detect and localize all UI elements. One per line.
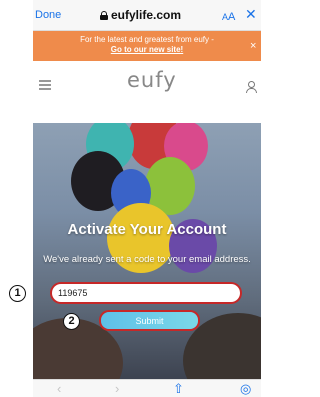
step-1-marker: 1 [9, 285, 26, 302]
text-size-button[interactable]: AA [222, 11, 235, 23]
step-2-marker: 2 [63, 313, 80, 330]
promo-text: For the latest and greatest from eufy - [80, 35, 214, 44]
promo-close-icon[interactable]: × [250, 40, 256, 52]
promo-banner: For the latest and greatest from eufy - … [33, 31, 261, 61]
lock-icon [100, 10, 108, 20]
url-text: eufylife.com [111, 8, 182, 22]
menu-icon[interactable] [39, 80, 51, 90]
hero-section: Activate Your Account We've already sent… [33, 123, 261, 379]
address-bar[interactable]: eufylife.com [100, 8, 181, 22]
compass-icon[interactable]: ◎ [240, 381, 251, 397]
back-icon[interactable]: ‹ [57, 381, 61, 396]
phone-screen: Done eufylife.com AA ✕ For the latest an… [33, 0, 261, 397]
submit-button[interactable]: Submit [101, 312, 198, 329]
activation-code-input[interactable] [52, 284, 240, 302]
site-header: eufy [33, 61, 261, 101]
text-size-large-label: A [228, 11, 236, 23]
left-margin [0, 0, 33, 397]
share-icon[interactable]: ⇧ [173, 381, 184, 397]
browser-bottom-toolbar: ‹ › ⇧ ◎ [33, 379, 261, 397]
eufy-logo[interactable]: eufy [127, 68, 177, 92]
promo-link[interactable]: Go to our new site! [33, 45, 261, 54]
account-icon[interactable] [245, 81, 257, 93]
forward-icon[interactable]: › [115, 381, 119, 396]
close-icon[interactable]: ✕ [245, 6, 257, 23]
browser-top-bar: Done eufylife.com AA ✕ [33, 0, 261, 31]
activate-title: Activate Your Account [67, 221, 227, 238]
done-button[interactable]: Done [35, 9, 61, 21]
activate-subtitle: We've already sent a code to your email … [43, 254, 251, 265]
